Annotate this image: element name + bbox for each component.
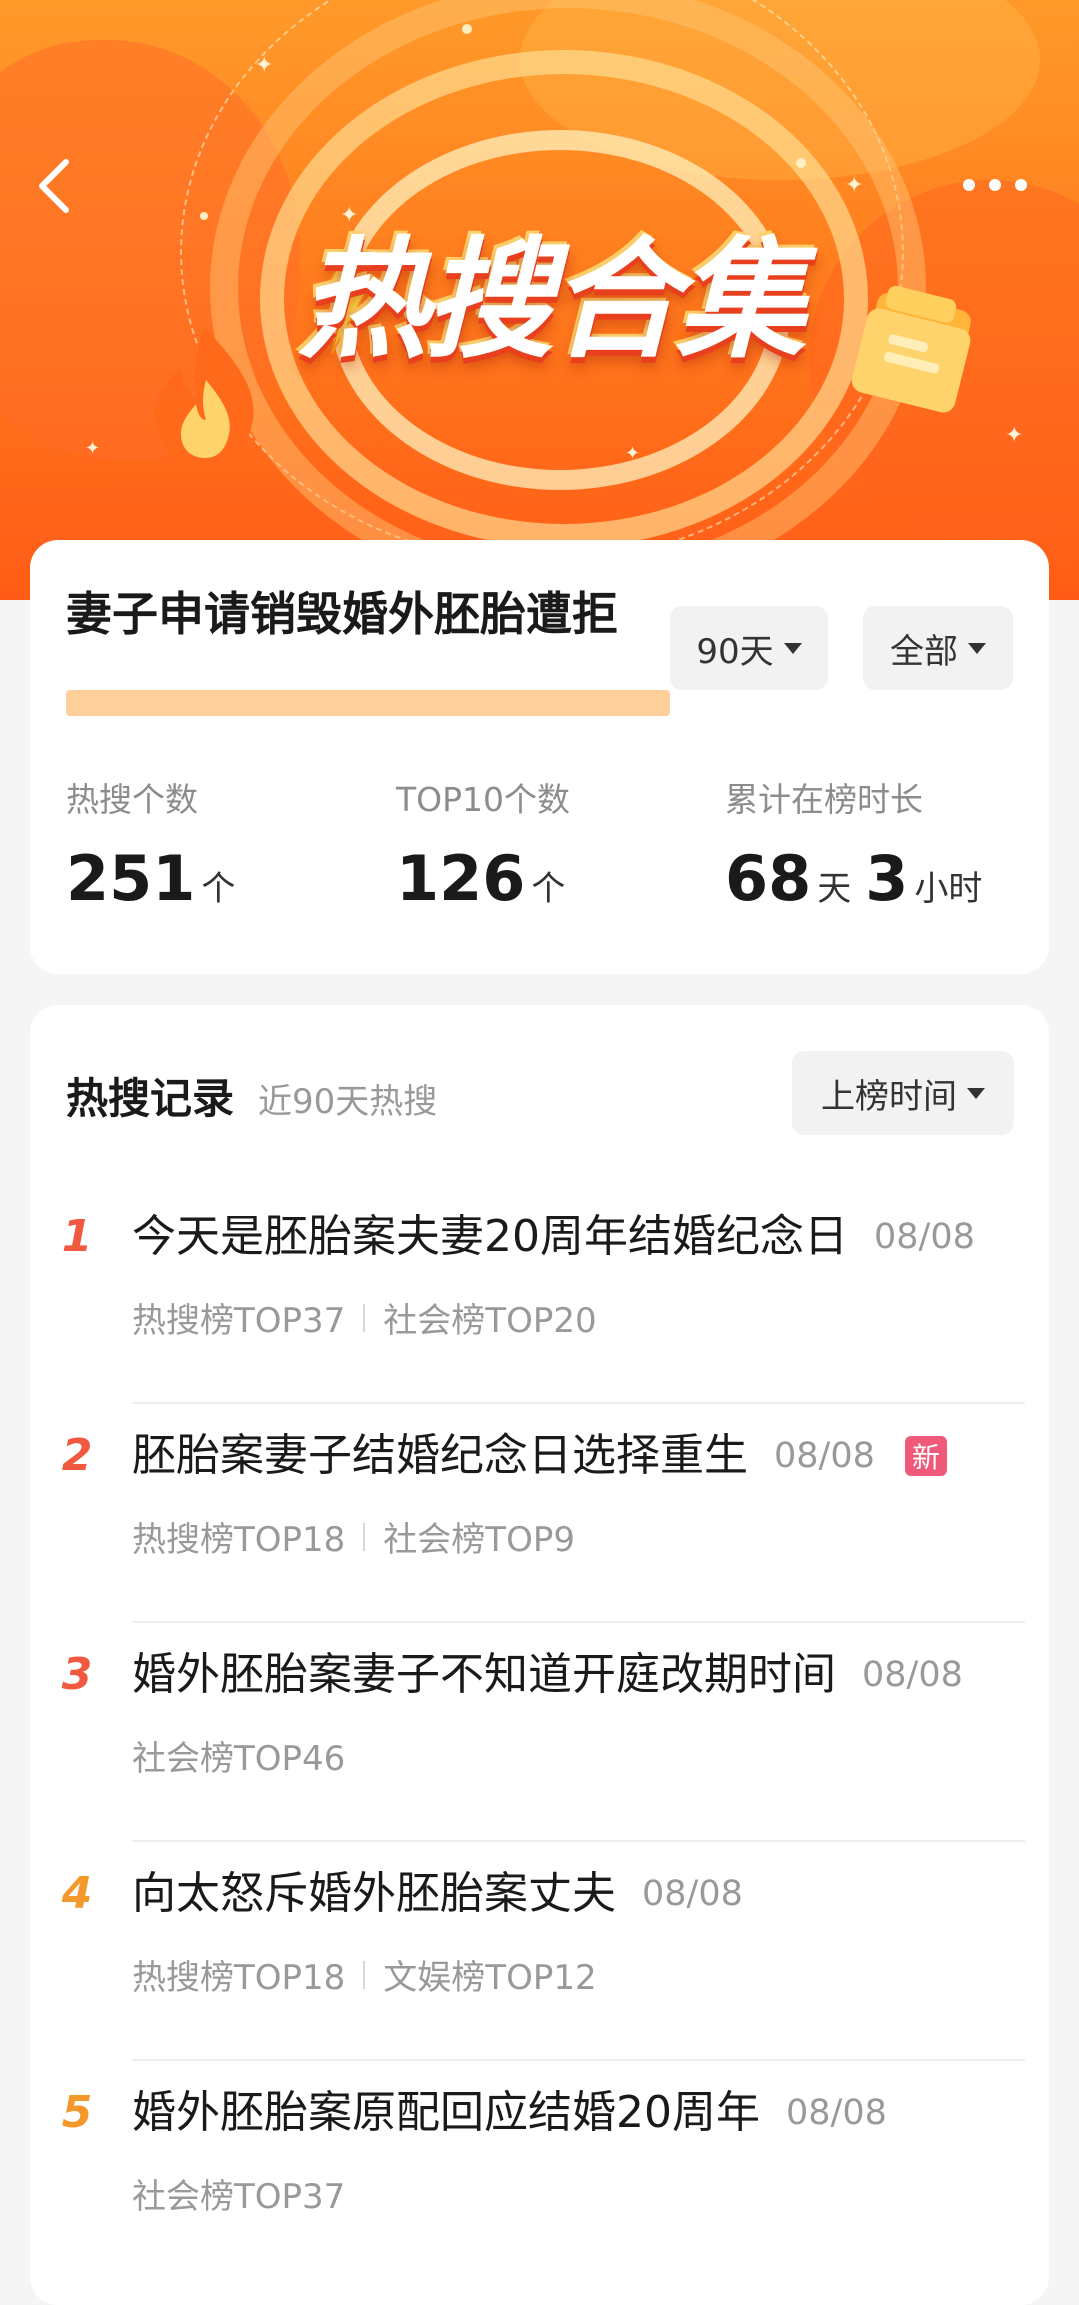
- item-title[interactable]: 今天是胚胎案夫妻20周年结婚纪念日: [132, 1205, 848, 1269]
- item-date: 08/08: [786, 2093, 887, 2133]
- item-tag: 社会榜TOP46: [132, 1739, 346, 1779]
- stat-unit: 天: [817, 869, 852, 909]
- sparkle-icon: ✦: [1005, 423, 1024, 448]
- new-badge: 新: [904, 1436, 947, 1476]
- stat-value-row: 126 个: [396, 844, 579, 924]
- stat-label: TOP10个数: [396, 780, 571, 819]
- item-tag: 社会榜TOP20: [383, 1301, 597, 1341]
- item-title-row: 向太怒斥婚外胚胎案丈夫 08/08: [132, 1862, 1029, 1926]
- item-title[interactable]: 婚外胚胎案妻子不知道开庭改期时间: [132, 1643, 836, 1707]
- topic-title: 妻子申请销毁婚外胚胎遭拒: [66, 587, 618, 641]
- item-date: 08/08: [642, 1874, 743, 1914]
- item-tag: 热搜榜TOP18: [132, 1958, 346, 1998]
- days-filter-label: 90天: [696, 631, 774, 672]
- rank-number: 1: [61, 1211, 93, 1262]
- item-date: 08/08: [774, 1436, 875, 1476]
- stat-value: 126: [396, 842, 526, 915]
- records-list: 1 今天是胚胎案夫妻20周年结婚纪念日 08/08 热搜榜TOP37 社会榜TO…: [30, 1185, 1049, 2280]
- rank-number: 2: [61, 1430, 93, 1481]
- tag-separator: [363, 1960, 366, 1989]
- stat-top10-count: TOP10个数 126 个: [396, 778, 579, 924]
- item-tag: 社会榜TOP37: [132, 2177, 346, 2217]
- caret-down-icon: [783, 642, 802, 654]
- item-date: 08/08: [862, 1655, 963, 1695]
- item-tags: 社会榜TOP37: [132, 2169, 345, 2218]
- sort-label: 上榜时间: [821, 1076, 957, 1117]
- days-filter-dropdown[interactable]: 90天: [670, 606, 828, 690]
- folder-icon: [851, 285, 971, 413]
- rank-number: 5: [61, 2087, 93, 2138]
- stat-value: 251: [66, 842, 196, 915]
- item-tags: 社会榜TOP46: [132, 1731, 345, 1780]
- item-title-row: 婚外胚胎案原配回应结婚20周年 08/08: [132, 2081, 1029, 2145]
- records-subtitle: 近90天热搜: [258, 1082, 438, 1122]
- stat-unit: 个: [531, 869, 566, 909]
- item-tag: 热搜榜TOP37: [132, 1301, 346, 1341]
- banner-title: 热搜合集: [297, 224, 806, 376]
- item-tags: 热搜榜TOP18 文娱榜TOP12: [132, 1950, 597, 1999]
- item-tags: 热搜榜TOP37 社会榜TOP20: [132, 1293, 597, 1342]
- item-title[interactable]: 胚胎案妻子结婚纪念日选择重生: [132, 1424, 748, 1488]
- item-date: 08/08: [874, 1217, 975, 1257]
- item-tag: 文娱榜TOP12: [383, 1958, 597, 1998]
- rank-number: 3: [61, 1649, 93, 1700]
- stat-value: 68: [725, 842, 812, 915]
- caret-down-icon: [967, 1087, 985, 1099]
- list-item[interactable]: 2 胚胎案妻子结婚纪念日选择重生 08/08 新 热搜榜TOP18 社会榜TOP…: [30, 1404, 1049, 1623]
- topic-summary-card: 妻子申请销毁婚外胚胎遭拒 90天 全部 热搜个数 251 个 TOP10个数 12…: [30, 540, 1049, 974]
- stat-label: 累计在榜时长: [725, 780, 923, 819]
- title-highlight: [66, 690, 670, 716]
- sparkle-icon: ✦: [255, 53, 274, 78]
- rank-number: 4: [61, 1868, 93, 1919]
- scope-filter-label: 全部: [890, 631, 958, 672]
- item-title-row: 胚胎案妻子结婚纪念日选择重生 08/08 新: [132, 1424, 1029, 1488]
- sparkle-icon: ✦: [85, 438, 101, 459]
- more-button[interactable]: [960, 165, 1030, 205]
- tag-separator: [363, 1522, 366, 1551]
- back-arrow-icon: [39, 159, 69, 213]
- list-item[interactable]: 1 今天是胚胎案夫妻20周年结婚纪念日 08/08 热搜榜TOP37 社会榜TO…: [30, 1185, 1049, 1404]
- list-item[interactable]: 4 向太怒斥婚外胚胎案丈夫 08/08 热搜榜TOP18 文娱榜TOP12: [30, 1842, 1049, 2061]
- list-item[interactable]: 3 婚外胚胎案妻子不知道开庭改期时间 08/08 社会榜TOP46: [30, 1623, 1049, 1842]
- stat-value-row: 251 个: [66, 844, 249, 924]
- stat-hot-count: 热搜个数 251 个: [66, 778, 249, 924]
- list-item[interactable]: 5 婚外胚胎案原配回应结婚20周年 08/08 社会榜TOP37: [30, 2061, 1049, 2280]
- sparkle-dot: [796, 158, 806, 168]
- sparkle-icon: ✦: [845, 173, 864, 198]
- sparkle-dot: [462, 24, 472, 34]
- item-title[interactable]: 婚外胚胎案原配回应结婚20周年: [132, 2081, 760, 2145]
- stat-unit-hours: 小时: [914, 869, 983, 909]
- item-tags: 热搜榜TOP18 社会榜TOP9: [132, 1512, 575, 1561]
- stat-unit: 个: [201, 869, 236, 909]
- item-title-row: 今天是胚胎案夫妻20周年结婚纪念日 08/08: [132, 1205, 1029, 1269]
- sparkle-dot: [200, 212, 208, 220]
- item-tag: 社会榜TOP9: [383, 1520, 575, 1560]
- sparkle-icon: ✦: [625, 443, 641, 464]
- item-tag: 热搜榜TOP18: [132, 1520, 346, 1560]
- scope-filter-dropdown[interactable]: 全部: [863, 606, 1013, 690]
- records-card: 热搜记录 近90天热搜 上榜时间 1 今天是胚胎案夫妻20周年结婚纪念日 08/…: [30, 1005, 1049, 2305]
- sort-dropdown[interactable]: 上榜时间: [792, 1051, 1014, 1135]
- item-title-row: 婚外胚胎案妻子不知道开庭改期时间 08/08: [132, 1643, 1029, 1707]
- header-banner: ✦ ✦ ✦ ✦ ✦ ✦ 热搜合集: [0, 0, 1079, 600]
- records-title: 热搜记录: [66, 1074, 235, 1123]
- stat-value-row: 68 天 3 小时: [725, 844, 996, 924]
- item-title[interactable]: 向太怒斥婚外胚胎案丈夫: [132, 1862, 616, 1926]
- stat-value-hours: 3: [865, 842, 909, 915]
- back-button[interactable]: [30, 150, 80, 220]
- caret-down-icon: [968, 642, 986, 654]
- records-header: 热搜记录 近90天热搜: [66, 1065, 437, 1126]
- more-dots-icon: [963, 179, 1027, 191]
- stat-duration: 累计在榜时长 68 天 3 小时: [725, 778, 996, 924]
- tag-separator: [363, 1303, 366, 1332]
- stat-label: 热搜个数: [66, 780, 198, 819]
